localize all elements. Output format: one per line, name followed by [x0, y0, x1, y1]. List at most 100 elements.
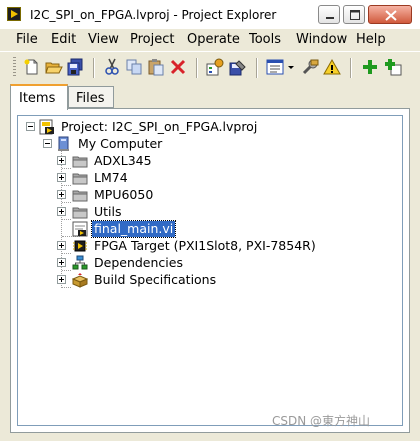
toolbar [0, 51, 420, 84]
expand-toggle[interactable] [57, 241, 66, 250]
expand-toggle[interactable] [57, 207, 66, 216]
close-icon [385, 10, 397, 21]
title-bar[interactable]: I2C_SPI_on_FPGA.lvproj - Project Explore… [0, 0, 420, 29]
add-icon [363, 60, 377, 74]
plus-icon [59, 277, 64, 282]
plus-icon [59, 175, 64, 180]
project-tree[interactable]: Project: I2C_SPI_on_FPGA.lvproj My Compu… [17, 115, 403, 426]
tab-content-panel: Project: I2C_SPI_on_FPGA.lvproj My Compu… [10, 108, 410, 433]
toolbar-separator [350, 58, 351, 78]
toolbar-grip[interactable] [13, 57, 16, 77]
tree-connector [62, 185, 71, 186]
dependencies-label: Dependencies [94, 255, 183, 270]
menu-tools[interactable]: Tools [249, 32, 281, 47]
window-title: I2C_SPI_on_FPGA.lvproj - Project Explore… [30, 8, 277, 22]
selected-vi-label: final_main.vi [90, 220, 177, 238]
properties-button[interactable] [206, 58, 224, 76]
tab-files[interactable]: Files [68, 86, 114, 108]
paste-button[interactable] [147, 58, 165, 76]
wrench-button[interactable] [301, 58, 319, 76]
build-button[interactable] [229, 58, 247, 76]
menu-help[interactable]: Help [356, 32, 386, 47]
save-all-icon [67, 58, 83, 76]
delete-button[interactable] [169, 58, 187, 76]
folder-label: Utils [94, 204, 122, 219]
build-specifications-icon [72, 272, 88, 288]
plus-icon [59, 192, 64, 197]
copy-icon [126, 59, 142, 75]
lvproj-icon [39, 119, 55, 135]
dropdown-icon [288, 66, 294, 69]
tab-items[interactable]: Items [10, 84, 68, 110]
folder-label: LM74 [94, 170, 128, 185]
open-button[interactable] [45, 58, 63, 76]
minus-icon [45, 143, 50, 144]
open-icon [45, 62, 63, 74]
tree-connector [62, 202, 71, 203]
fpga-chip-icon [72, 238, 88, 254]
cut-button[interactable] [103, 58, 121, 76]
folder-label: ADXL345 [94, 153, 152, 168]
wrench-icon [302, 59, 319, 75]
new-button[interactable] [23, 58, 41, 76]
copy-button[interactable] [125, 58, 143, 76]
tree-connector [62, 253, 71, 254]
plus-icon [59, 209, 64, 214]
expand-toggle[interactable] [57, 156, 66, 165]
expand-toggle[interactable] [57, 173, 66, 182]
maximize-button[interactable] [343, 5, 365, 24]
new-icon [24, 59, 38, 75]
tab-strip: Items Files [0, 82, 420, 110]
vi-icon [72, 221, 88, 237]
folder-icon [72, 170, 88, 186]
toolbar-separator [93, 58, 94, 78]
view-icon [266, 59, 284, 75]
cut-icon [105, 58, 119, 75]
delete-icon [170, 59, 186, 75]
menu-operate[interactable]: Operate [187, 32, 240, 47]
watermark: CSDN @東方神山 [272, 414, 371, 428]
my-computer-label: My Computer [78, 136, 163, 151]
dependencies-icon [72, 255, 88, 271]
tree-connector [62, 219, 71, 220]
minimize-icon [326, 17, 334, 19]
view-dropdown-button[interactable] [286, 58, 296, 76]
tree-connector [62, 270, 71, 271]
build-icon [229, 60, 246, 76]
menu-project[interactable]: Project [130, 32, 174, 47]
plus-icon [59, 260, 64, 265]
menu-file[interactable]: File [16, 32, 38, 47]
tree-connector [62, 287, 71, 288]
menu-window[interactable]: Window [296, 32, 347, 47]
expand-toggle[interactable] [57, 258, 66, 267]
expand-toggle[interactable] [57, 190, 66, 199]
menu-edit[interactable]: Edit [51, 32, 76, 47]
project-explorer-window: I2C_SPI_on_FPGA.lvproj - Project Explore… [0, 0, 420, 441]
labview-project-icon [7, 7, 21, 21]
toolbar-separator [196, 58, 197, 78]
folder-icon [72, 153, 88, 169]
properties-icon [206, 58, 224, 76]
expand-toggle[interactable] [57, 275, 66, 284]
warning-button[interactable] [323, 58, 341, 76]
minimize-button[interactable] [318, 5, 340, 24]
add-file-button[interactable] [384, 58, 402, 76]
add-button[interactable] [361, 58, 379, 76]
close-button[interactable] [368, 5, 412, 24]
folder-icon [72, 187, 88, 203]
plus-icon [59, 243, 64, 248]
menu-view[interactable]: View [88, 32, 119, 47]
toolbar-separator [256, 58, 257, 78]
maximize-icon [350, 10, 360, 20]
computer-icon [56, 136, 72, 152]
folder-icon [72, 204, 88, 220]
collapse-toggle[interactable] [26, 122, 35, 131]
project-label: Project: I2C_SPI_on_FPGA.lvproj [61, 119, 258, 134]
collapse-toggle[interactable] [43, 139, 52, 148]
add-file-icon [385, 59, 402, 76]
minus-icon [28, 126, 33, 127]
save-all-button[interactable] [67, 58, 85, 76]
plus-icon [59, 158, 64, 163]
menu-bar: File Edit View Project Operate Tools Win… [0, 29, 420, 50]
view-button[interactable] [266, 58, 284, 76]
